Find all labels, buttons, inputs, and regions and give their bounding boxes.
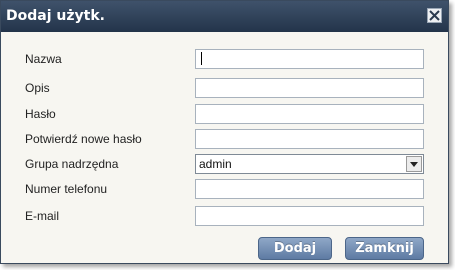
row-phone: Numer telefonu: [1, 179, 448, 199]
row-confirm-password: Potwierdź nowe hasło: [1, 129, 448, 149]
label-confirm-password: Potwierdź nowe hasło: [25, 132, 142, 146]
label-parent-group: Grupa nadrzędna: [25, 157, 119, 171]
add-button[interactable]: Dodaj: [258, 237, 332, 260]
confirm-password-input[interactable]: [195, 129, 424, 149]
label-nazwa: Nazwa: [25, 52, 62, 66]
text-caret: [201, 52, 202, 65]
row-opis: Opis: [1, 78, 448, 98]
opis-input[interactable]: [195, 78, 424, 98]
label-opis: Opis: [25, 81, 50, 95]
close-button[interactable]: Zamknij: [345, 237, 424, 260]
add-user-dialog: Dodaj użytk. Nazwa Opis Hasło Potwierdź …: [0, 0, 449, 264]
row-nazwa: Nazwa: [1, 49, 448, 69]
row-parent-group: Grupa nadrzędna admin: [1, 154, 448, 174]
label-phone: Numer telefonu: [25, 182, 108, 196]
parent-group-value: admin: [199, 157, 232, 171]
label-haslo: Hasło: [25, 107, 56, 121]
chevron-down-icon[interactable]: [406, 156, 422, 172]
row-haslo: Hasło: [1, 104, 448, 124]
password-input[interactable]: [195, 104, 424, 124]
dialog-title: Dodaj użytk.: [6, 8, 105, 24]
row-email: E-mail: [1, 206, 448, 226]
phone-input[interactable]: [195, 179, 424, 199]
email-input[interactable]: [195, 206, 424, 226]
parent-group-select[interactable]: admin: [195, 154, 424, 174]
dialog-titlebar[interactable]: Dodaj użytk.: [1, 1, 448, 32]
label-email: E-mail: [25, 209, 60, 223]
close-icon[interactable]: [427, 8, 442, 23]
nazwa-input[interactable]: [195, 49, 424, 69]
